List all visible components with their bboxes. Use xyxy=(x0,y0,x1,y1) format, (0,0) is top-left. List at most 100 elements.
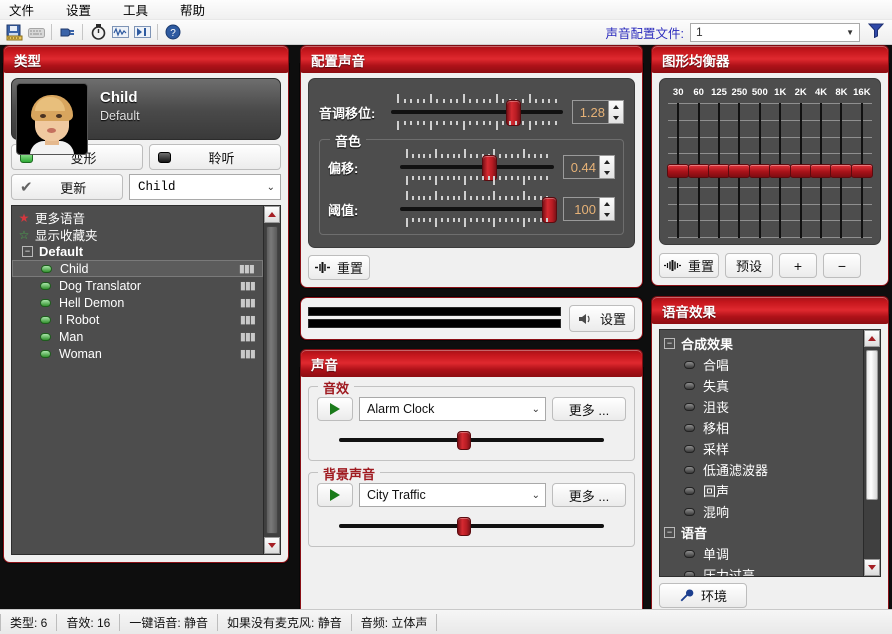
voice-tree-scrollbar[interactable] xyxy=(263,206,280,554)
voice-effects-tree[interactable]: −合成效果合唱失真沮丧移相采样低通滤波器回声混响−语音单调压力过高喘息声 xyxy=(659,329,881,577)
pitch-shift-spinner[interactable]: 1.28 xyxy=(572,100,624,124)
equalizer-thumb[interactable] xyxy=(830,164,852,178)
equalizer-thumb[interactable] xyxy=(708,164,730,178)
update-button[interactable]: ✔ 更新 xyxy=(11,174,123,200)
voice-effect-item[interactable]: 混响 xyxy=(660,501,863,522)
pitch-shift-slider[interactable] xyxy=(391,92,563,132)
voice-effect-group[interactable]: −合成效果 xyxy=(660,333,863,354)
equalizer-remove-button[interactable]: − xyxy=(823,253,861,278)
scroll-up-button[interactable] xyxy=(264,206,280,223)
equalizer-add-button[interactable]: + xyxy=(779,253,817,278)
waveform-icon[interactable] xyxy=(109,22,131,43)
listen-button[interactable]: 聆听 xyxy=(149,144,281,170)
voice-effect-item[interactable]: 移相 xyxy=(660,417,863,438)
offset-slider[interactable] xyxy=(400,147,554,187)
scroll-down-button[interactable] xyxy=(864,559,880,576)
play-background-button[interactable] xyxy=(317,483,353,507)
voice-effects-scrollbar[interactable] xyxy=(863,330,880,576)
stopwatch-icon[interactable] xyxy=(87,22,109,43)
spinner-arrows[interactable] xyxy=(608,101,623,123)
tree-item-i-robot[interactable]: I Robot ▮▮▮ xyxy=(12,311,263,328)
offset-spinner[interactable]: 0.44 xyxy=(563,155,615,179)
equalizer-sliders[interactable] xyxy=(668,103,872,238)
tree-item-hell-demon[interactable]: Hell Demon ▮▮▮ xyxy=(12,294,263,311)
equalizer-band-30[interactable] xyxy=(668,103,688,238)
equalizer-band-16K[interactable] xyxy=(852,103,872,238)
equalizer-band-1K[interactable] xyxy=(770,103,790,238)
voice-effect-item[interactable]: 失真 xyxy=(660,375,863,396)
tree-item-more-voices[interactable]: ★ 更多语音 xyxy=(12,209,263,226)
equalizer-thumb[interactable] xyxy=(810,164,832,178)
effect-more-button[interactable]: 更多 ... xyxy=(552,397,626,421)
slider-thumb[interactable] xyxy=(457,431,471,450)
collapse-icon[interactable]: − xyxy=(22,246,33,257)
spinner-arrows[interactable] xyxy=(599,198,614,220)
config-reset-button[interactable]: 重置 xyxy=(308,255,370,280)
tree-item-woman[interactable]: Woman ▮▮▮ xyxy=(12,345,263,362)
voice-effect-item[interactable]: 采样 xyxy=(660,438,863,459)
keyboard-icon[interactable] xyxy=(25,22,47,43)
background-more-button[interactable]: 更多 ... xyxy=(552,483,626,507)
equalizer-band-125[interactable] xyxy=(709,103,729,238)
audio-settings-button[interactable]: 设置 xyxy=(569,305,635,332)
equalizer-band-500[interactable] xyxy=(750,103,770,238)
help-icon[interactable]: ? xyxy=(162,22,184,43)
play-effect-button[interactable] xyxy=(317,397,353,421)
spinner-arrows[interactable] xyxy=(599,156,614,178)
tree-item-dog-translator[interactable]: Dog Translator ▮▮▮ xyxy=(12,277,263,294)
plug-icon[interactable] xyxy=(56,22,78,43)
equalizer-thumb[interactable] xyxy=(667,164,689,178)
spinner-up-icon[interactable] xyxy=(604,160,610,164)
equalizer-band-250[interactable] xyxy=(729,103,749,238)
tree-item-man[interactable]: Man ▮▮▮ xyxy=(12,328,263,345)
voice-effect-item[interactable]: 单调 xyxy=(660,543,863,564)
equalizer-thumb[interactable] xyxy=(728,164,750,178)
scrollbar-thumb[interactable] xyxy=(266,226,278,534)
effect-select[interactable]: Alarm Clock ⌄ xyxy=(359,397,546,421)
tree-group-default[interactable]: − Default xyxy=(12,243,263,260)
voice-effect-item[interactable]: 回声 xyxy=(660,480,863,501)
funnel-icon[interactable] xyxy=(868,23,884,41)
voice-effect-item[interactable]: 低通滤波器 xyxy=(660,459,863,480)
voice-tree[interactable]: ★ 更多语音 ☆ 显示收藏夹 − Default xyxy=(11,205,281,555)
equalizer-thumb[interactable] xyxy=(851,164,873,178)
equalizer-preset-button[interactable]: 预设 xyxy=(725,253,773,278)
menu-item-tools[interactable]: 工具 xyxy=(120,0,151,20)
menu-item-help[interactable]: 帮助 xyxy=(177,0,208,20)
collapse-icon[interactable]: − xyxy=(664,338,675,349)
tree-item-child[interactable]: Child ▮▮▮ xyxy=(12,260,263,277)
menu-item-settings[interactable]: 设置 xyxy=(63,0,94,20)
spinner-up-icon[interactable] xyxy=(613,105,619,109)
background-volume-slider[interactable] xyxy=(339,515,604,537)
equalizer-thumb[interactable] xyxy=(749,164,771,178)
environment-button[interactable]: 环境 xyxy=(659,583,747,608)
hotkey-icon[interactable] xyxy=(131,22,153,43)
equalizer-band-2K[interactable] xyxy=(790,103,810,238)
equalizer-band-60[interactable] xyxy=(688,103,708,238)
slider-thumb[interactable] xyxy=(457,517,471,536)
scroll-up-button[interactable] xyxy=(864,330,880,347)
voice-select[interactable]: Child ⌄ xyxy=(129,174,281,200)
scrollbar-thumb[interactable] xyxy=(866,350,878,500)
scroll-down-button[interactable] xyxy=(264,537,280,554)
spinner-down-icon[interactable] xyxy=(604,171,610,175)
menu-item-file[interactable]: 文件 xyxy=(6,0,37,20)
collapse-icon[interactable]: − xyxy=(664,527,675,538)
equalizer-reset-button[interactable]: 重置 xyxy=(659,253,719,278)
spinner-down-icon[interactable] xyxy=(604,213,610,217)
voice-effect-item[interactable]: 压力过高 xyxy=(660,564,863,577)
voice-effect-group[interactable]: −语音 xyxy=(660,522,863,543)
equalizer-thumb[interactable] xyxy=(688,164,710,178)
threshold-spinner[interactable]: 100 xyxy=(563,197,615,221)
equalizer-band-4K[interactable] xyxy=(811,103,831,238)
tree-item-show-favorites[interactable]: ☆ 显示收藏夹 xyxy=(12,226,263,243)
threshold-slider[interactable] xyxy=(400,189,554,229)
spinner-down-icon[interactable] xyxy=(613,116,619,120)
save-icon[interactable] xyxy=(3,22,25,43)
effect-volume-slider[interactable] xyxy=(339,429,604,451)
voice-effect-item[interactable]: 沮丧 xyxy=(660,396,863,417)
profile-select[interactable]: 1 ▼ xyxy=(690,23,860,42)
spinner-up-icon[interactable] xyxy=(604,202,610,206)
background-select[interactable]: City Traffic ⌄ xyxy=(359,483,546,507)
equalizer-thumb[interactable] xyxy=(790,164,812,178)
